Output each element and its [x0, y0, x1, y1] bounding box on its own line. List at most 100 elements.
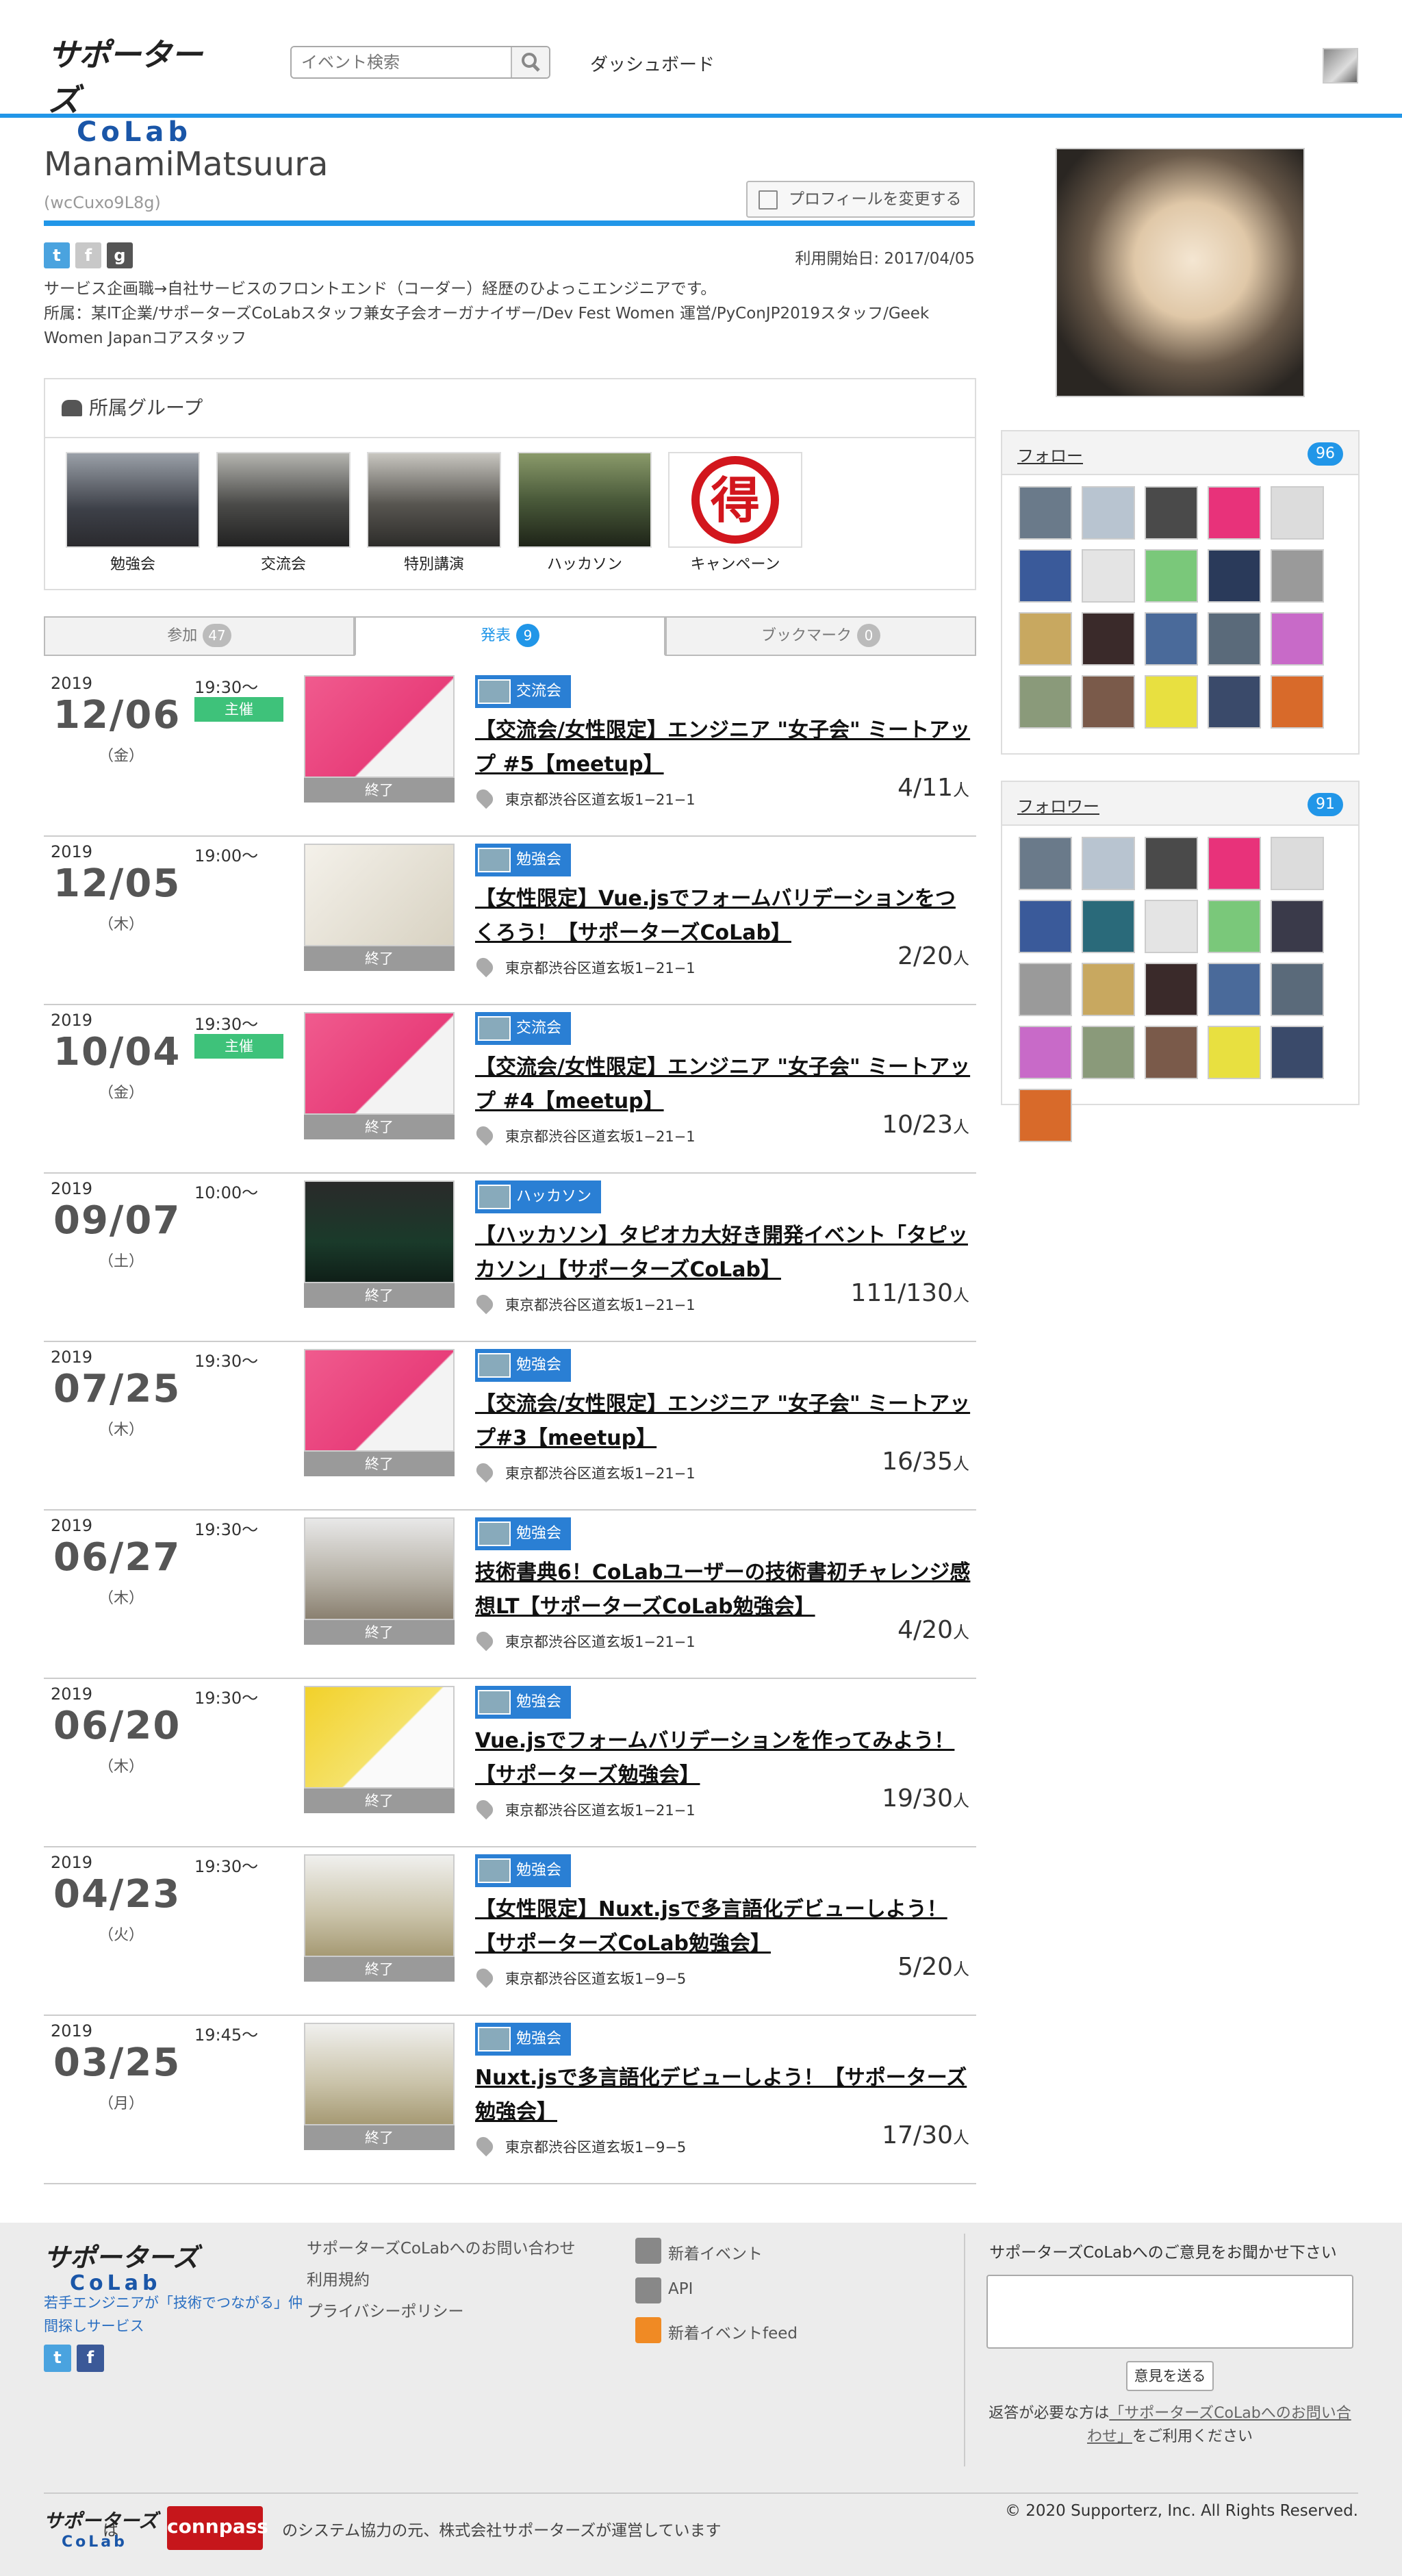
follow-avatar[interactable] — [1145, 486, 1198, 540]
event-title-link[interactable]: Vue.jsでフォームバリデーションを作ってみよう！【サポーターズ勉強会】 — [475, 1724, 975, 1793]
new-events-link[interactable]: 新着イベント — [668, 2240, 763, 2264]
event-thumbnail[interactable] — [304, 2023, 455, 2125]
follow-avatar[interactable] — [1208, 837, 1261, 890]
terms-link[interactable]: 利用規約 — [307, 2266, 370, 2290]
follow-avatar[interactable] — [1019, 963, 1072, 1016]
follow-avatar[interactable] — [1208, 963, 1261, 1016]
tab-participate[interactable]: 参加 47 — [44, 616, 355, 656]
follow-avatar[interactable] — [1145, 549, 1198, 603]
follow-avatar[interactable] — [1082, 837, 1135, 890]
event-title-link[interactable]: 【交流会/女性限定】エンジニア "女子会" ミートアップ #5【meetup】 — [475, 714, 975, 782]
event-title-link[interactable]: 【交流会/女性限定】エンジニア "女子会" ミートアップ #4【meetup】 — [475, 1050, 975, 1119]
event-group-tag[interactable]: 勉強会 — [475, 1686, 572, 1719]
follow-avatar[interactable] — [1145, 612, 1198, 666]
follow-link[interactable]: フォロー — [1017, 442, 1083, 466]
follow-avatar[interactable] — [1082, 1026, 1135, 1079]
follow-avatar[interactable] — [1082, 900, 1135, 953]
event-thumbnail[interactable] — [304, 1854, 455, 1957]
follow-avatar[interactable] — [1271, 549, 1324, 603]
event-thumbnail[interactable] — [304, 1686, 455, 1789]
api-link[interactable]: API — [668, 2280, 693, 2298]
event-title-link[interactable]: 【女性限定】Vue.jsでフォームバリデーションをつくろう！【サポーターズCoL… — [475, 882, 975, 950]
search-button[interactable] — [511, 47, 549, 77]
follow-avatar[interactable] — [1271, 837, 1324, 890]
connpass-logo[interactable]: connpass — [167, 2506, 268, 2550]
event-group-tag[interactable]: 勉強会 — [475, 1517, 572, 1550]
event-thumbnail[interactable] — [304, 675, 455, 778]
twitter-icon[interactable]: t — [44, 242, 70, 268]
event-thumbnail[interactable] — [304, 1517, 455, 1620]
feed-link[interactable]: 新着イベントfeed — [668, 2320, 798, 2343]
group-item[interactable]: 交流会 — [216, 452, 350, 574]
follow-avatar[interactable] — [1145, 837, 1198, 890]
follow-avatar[interactable] — [1271, 675, 1324, 729]
event-group-tag[interactable]: 勉強会 — [475, 2023, 572, 2056]
event-group-tag[interactable]: ハッカソン — [475, 1180, 602, 1213]
edit-profile-button[interactable]: プロフィールを変更する — [746, 181, 975, 218]
contact-link[interactable]: サポーターズCoLabへのお問い合わせ — [307, 2235, 576, 2258]
follow-avatar[interactable] — [1208, 549, 1261, 603]
follow-avatar[interactable] — [1145, 675, 1198, 729]
event-thumbnail[interactable] — [304, 844, 455, 946]
event-thumbnail[interactable] — [304, 1012, 455, 1115]
dashboard-link[interactable]: ダッシュボード — [590, 51, 715, 76]
follow-avatar[interactable] — [1019, 549, 1072, 603]
follow-avatar[interactable] — [1271, 963, 1324, 1016]
follow-avatar[interactable] — [1082, 612, 1135, 666]
search-input[interactable] — [292, 47, 511, 77]
follow-avatar[interactable] — [1019, 612, 1072, 666]
follow-avatar[interactable] — [1019, 486, 1072, 540]
follow-avatar[interactable] — [1019, 1026, 1072, 1079]
follow-avatar[interactable] — [1082, 486, 1135, 540]
event-group-tag[interactable]: 交流会 — [475, 675, 572, 708]
follow-avatar[interactable] — [1145, 1026, 1198, 1079]
follow-avatar[interactable] — [1082, 963, 1135, 1016]
tab-presentation[interactable]: 発表 9 — [355, 616, 665, 656]
group-item[interactable]: 得 キャンペーン — [668, 452, 802, 574]
event-title-link[interactable]: 【女性限定】Nuxt.jsで多言語化デビューしよう！【サポーターズCoLab勉強… — [475, 1893, 975, 1961]
send-opinion-button[interactable]: 意見を送る — [1126, 2361, 1214, 2391]
group-thumb-icon — [478, 1690, 511, 1715]
site-logo[interactable]: サポーターズ CoLab — [48, 30, 219, 148]
group-item[interactable]: ハッカソン — [518, 452, 652, 574]
follower-link[interactable]: フォロワー — [1017, 793, 1099, 817]
user-avatar[interactable] — [1323, 48, 1358, 84]
group-item[interactable]: 勉強会 — [66, 452, 200, 574]
event-thumbnail[interactable] — [304, 1349, 455, 1452]
twitter-icon[interactable]: t — [44, 2345, 71, 2372]
event-title-link[interactable]: 【ハッカソン】タピオカ大好き開発イベント「タピッカソン」【サポーターズCoLab… — [475, 1219, 975, 1287]
follow-avatar[interactable] — [1208, 612, 1261, 666]
follow-avatar[interactable] — [1208, 675, 1261, 729]
follow-avatar[interactable] — [1271, 1026, 1324, 1079]
tab-bookmark[interactable]: ブックマーク 0 — [665, 616, 976, 656]
follow-avatar[interactable] — [1208, 486, 1261, 540]
follow-avatar[interactable] — [1208, 900, 1261, 953]
follow-avatar[interactable] — [1145, 900, 1198, 953]
facebook-icon[interactable]: f — [77, 2345, 104, 2372]
follow-avatar[interactable] — [1019, 675, 1072, 729]
event-title-link[interactable]: Nuxt.jsで多言語化デビューしよう！【サポーターズ勉強会】 — [475, 2061, 975, 2130]
event-group-tag[interactable]: 勉強会 — [475, 1349, 572, 1382]
event-group-tag[interactable]: 交流会 — [475, 1012, 572, 1045]
privacy-link[interactable]: プライバシーポリシー — [307, 2298, 464, 2321]
follow-avatar[interactable] — [1208, 1026, 1261, 1079]
facebook-icon[interactable]: f — [75, 242, 101, 268]
opinion-textarea[interactable] — [986, 2275, 1353, 2349]
event-group-tag[interactable]: 勉強会 — [475, 1854, 572, 1887]
group-item[interactable]: 特別講演 — [367, 452, 501, 574]
follow-avatar[interactable] — [1019, 1089, 1072, 1142]
event-thumbnail[interactable] — [304, 1180, 455, 1283]
github-icon[interactable]: g — [107, 242, 133, 268]
event-title-link[interactable]: 技術書典6！CoLabユーザーの技術書初チャレンジ感想LT【サポーターズCoLa… — [475, 1556, 975, 1624]
follow-avatar[interactable] — [1271, 900, 1324, 953]
follow-avatar[interactable] — [1019, 900, 1072, 953]
follow-avatar[interactable] — [1271, 612, 1324, 666]
event-group-tag[interactable]: 勉強会 — [475, 844, 572, 876]
follow-avatar[interactable] — [1082, 675, 1135, 729]
follow-avatar[interactable] — [1019, 837, 1072, 890]
footer-logo[interactable]: サポーターズ CoLab — [44, 2236, 199, 2295]
follow-avatar[interactable] — [1271, 486, 1324, 540]
event-title-link[interactable]: 【交流会/女性限定】エンジニア "女子会" ミートアップ#3【meetup】 — [475, 1387, 975, 1456]
follow-avatar[interactable] — [1082, 549, 1135, 603]
follow-avatar[interactable] — [1145, 963, 1198, 1016]
